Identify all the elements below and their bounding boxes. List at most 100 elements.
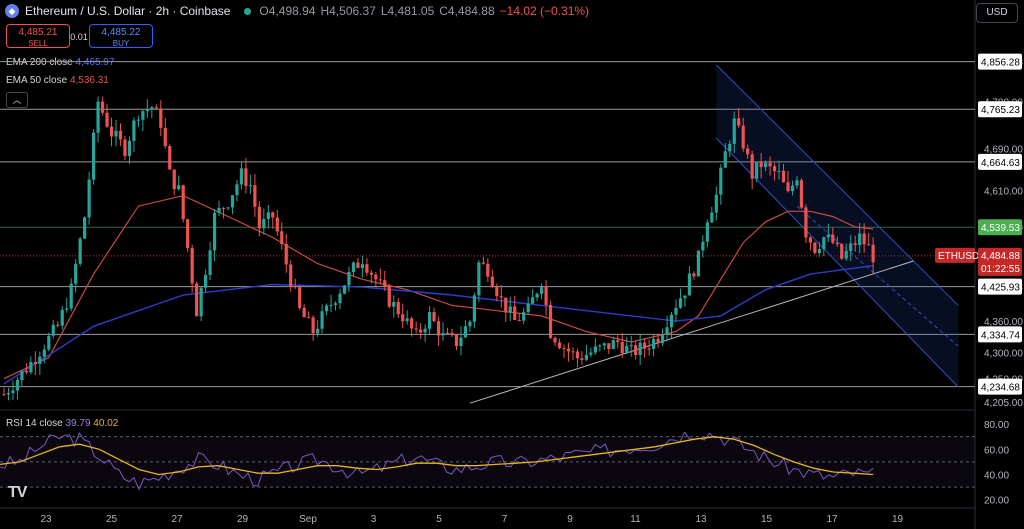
candle-body — [253, 185, 257, 207]
candle-body — [401, 314, 405, 322]
channel-fill — [716, 64, 959, 387]
candle-body — [616, 340, 620, 343]
candle-body — [38, 356, 42, 364]
candle-body — [172, 169, 176, 190]
candle-body — [737, 118, 741, 126]
rsi-tick-label: 60.00 — [984, 445, 1009, 456]
candle-body — [764, 162, 768, 168]
price-tick-label: 4,610.00 — [984, 186, 1023, 197]
candle-body — [795, 180, 799, 186]
candle-body — [499, 296, 503, 298]
candle-body — [42, 349, 46, 357]
candle-body — [710, 212, 714, 223]
candle-body — [136, 119, 140, 121]
candle-body — [611, 340, 615, 349]
candle-body — [822, 237, 826, 250]
time-tick-label: 7 — [502, 514, 508, 525]
candle-body — [548, 304, 553, 339]
candle-body — [338, 293, 342, 304]
time-tick-label: 9 — [567, 514, 573, 525]
candle-body — [844, 250, 848, 259]
level-price-label: 4,856.28 — [981, 58, 1020, 69]
current-price-label: 4,484.88 — [981, 251, 1020, 262]
candle-body — [481, 262, 485, 264]
candle-body — [109, 126, 114, 137]
candle-body — [674, 307, 678, 315]
candle-body — [83, 217, 87, 239]
candle-body — [141, 111, 145, 120]
time-tick-label: 25 — [106, 514, 118, 525]
rsi-tick-label: 80.00 — [984, 420, 1009, 431]
candle-body — [383, 280, 387, 287]
candle-body — [181, 185, 185, 220]
candle-body — [625, 345, 629, 354]
level-price-label: 4,765.23 — [981, 105, 1020, 116]
price-chart[interactable]: 4,205.004,250.004,300.004,360.004,425.93… — [0, 0, 1024, 529]
candle-body — [423, 328, 427, 333]
candle-body — [414, 328, 418, 330]
candle-body — [531, 297, 535, 304]
candle-body — [11, 390, 15, 394]
candle-body — [392, 301, 396, 307]
candle-body — [316, 328, 320, 334]
rsi-legend[interactable]: RSI 14 close 39.79 40.02 — [6, 418, 118, 429]
candle-body — [271, 212, 275, 218]
candle-body — [347, 272, 351, 286]
time-tick-label: 3 — [371, 514, 377, 525]
candle-body — [826, 234, 830, 238]
candle-body — [808, 237, 812, 243]
candle-body — [513, 306, 517, 321]
candle-body — [656, 338, 660, 344]
candle-body — [186, 219, 190, 249]
candle-body — [356, 262, 360, 268]
candle-body — [65, 308, 69, 310]
candle-body — [154, 107, 158, 109]
candle-body — [840, 244, 844, 259]
candle-body — [387, 286, 391, 307]
candle-body — [217, 207, 221, 213]
candle-body — [562, 348, 566, 350]
candle-body — [607, 343, 611, 349]
candle-body — [307, 317, 311, 319]
candle-body — [580, 358, 584, 360]
level-price-label: 4,334.74 — [981, 330, 1020, 341]
candle-body — [396, 301, 400, 315]
candle-body — [566, 348, 571, 352]
candle-body — [78, 238, 82, 264]
candle-body — [723, 151, 727, 168]
candle-body — [320, 311, 324, 329]
candle-body — [508, 306, 512, 313]
candle-body — [145, 109, 149, 112]
candle-body — [293, 286, 297, 288]
candle-body — [871, 244, 875, 263]
candle-body — [495, 287, 499, 297]
level-price-label: 4,539.53 — [981, 223, 1020, 234]
candle-body — [378, 279, 382, 281]
candle-body — [589, 352, 593, 355]
time-tick-label: 23 — [40, 514, 52, 525]
candle-body — [665, 327, 669, 335]
candle-body — [20, 370, 24, 381]
candle-body — [445, 332, 450, 334]
candle-body — [804, 207, 808, 238]
price-tick-label: 4,205.00 — [984, 398, 1023, 409]
candle-body — [410, 318, 414, 329]
candle-body — [15, 380, 20, 391]
candle-body — [360, 264, 364, 268]
candle-body — [289, 264, 293, 287]
candle-body — [168, 146, 172, 170]
candle-body — [629, 345, 633, 347]
candle-body — [638, 342, 642, 355]
candle-body — [239, 168, 244, 185]
candle-body — [602, 343, 606, 346]
candle-body — [504, 297, 508, 313]
candle-body — [114, 130, 118, 137]
candle-body — [813, 242, 817, 253]
candle-body — [204, 274, 208, 288]
candle-body — [302, 307, 306, 318]
candle-body — [266, 212, 270, 220]
candle-body — [369, 272, 373, 275]
time-tick-label: 19 — [892, 514, 904, 525]
candle-body — [522, 312, 526, 321]
candle-body — [858, 233, 862, 245]
